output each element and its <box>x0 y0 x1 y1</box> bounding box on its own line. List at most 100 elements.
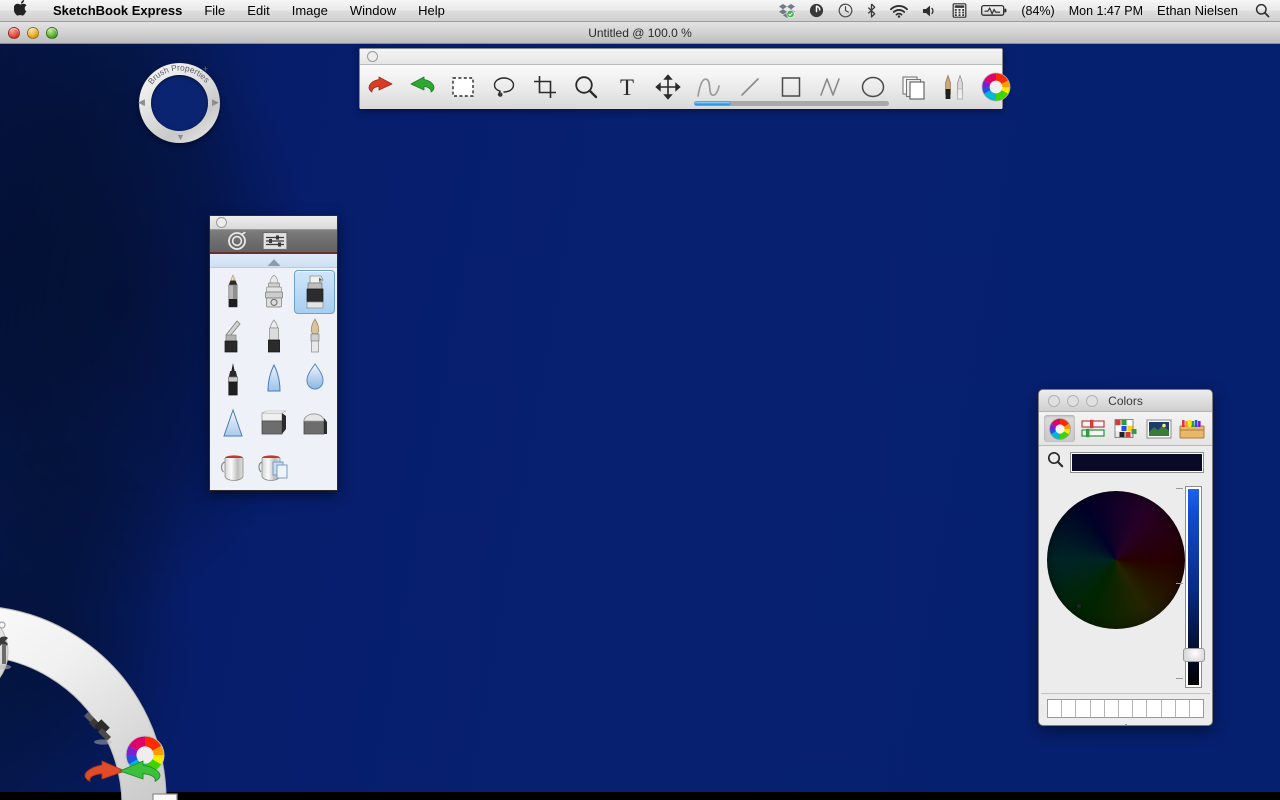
brush-blend[interactable] <box>294 358 335 402</box>
color-swatch-strip[interactable] <box>1047 698 1204 718</box>
bluetooth-icon[interactable] <box>860 0 883 22</box>
brush-palette-button[interactable] <box>934 65 975 109</box>
brightness-tick-top <box>1176 488 1183 489</box>
brush-ballpoint[interactable] <box>212 358 253 402</box>
color-swatch-cell[interactable] <box>1104 699 1119 717</box>
lagoon-brush[interactable] <box>82 706 122 751</box>
rectangle-select-tool[interactable] <box>442 65 483 109</box>
menu-file[interactable]: File <box>193 0 236 22</box>
puck-arrow-down[interactable]: ▼ <box>176 133 185 142</box>
color-swatch-cell[interactable] <box>1062 699 1077 717</box>
color-swatch-cell[interactable] <box>1161 699 1176 717</box>
magnifier-icon[interactable] <box>1047 451 1064 473</box>
zoom-tool[interactable] <box>565 65 606 109</box>
puck-arrow-left[interactable]: ◀ <box>138 98 145 107</box>
document-title: Untitled @ 100.0 % <box>588 25 692 40</box>
brush-palette-panel <box>209 215 338 491</box>
layers-button[interactable] <box>893 65 934 109</box>
wifi-icon[interactable] <box>883 0 915 22</box>
color-sliders-tab[interactable] <box>1077 415 1108 442</box>
lagoon-radial-menu <box>0 592 204 800</box>
brush-puck-toggle[interactable] <box>224 231 250 251</box>
toolbar-selection-group: T <box>442 65 688 109</box>
user-name-label[interactable]: Ethan Nielsen <box>1150 3 1248 18</box>
time-machine-icon[interactable] <box>831 0 860 22</box>
color-editor-button[interactable] <box>975 65 1016 109</box>
color-swatch-cell[interactable] <box>1090 699 1105 717</box>
lasso-select-tool[interactable] <box>483 65 524 109</box>
resize-grip-icon[interactable] <box>1119 722 1133 726</box>
calculator-icon[interactable] <box>945 0 974 22</box>
brush-fill[interactable] <box>212 446 253 490</box>
clock-label[interactable]: Mon 1:47 PM <box>1062 4 1150 18</box>
puck-arrow-right[interactable]: ▶ <box>212 98 219 107</box>
brush-palette-title-bar[interactable] <box>210 216 337 230</box>
color-swatch-strip-row <box>1039 694 1212 722</box>
brush-properties-puck[interactable]: Brush Properties ◀ ▶ ▼ + <box>135 57 224 145</box>
brush-airbrush[interactable] <box>253 270 294 314</box>
color-wheel-tab[interactable] <box>1044 415 1075 442</box>
color-swatch-cell[interactable] <box>1147 699 1162 717</box>
image-palettes-tab[interactable] <box>1143 415 1174 442</box>
crayons-tab[interactable] <box>1176 415 1207 442</box>
colors-panel-title: Colors <box>1108 393 1143 408</box>
brush-pencil[interactable] <box>212 270 253 314</box>
shape-tool-slider-fill[interactable] <box>694 101 732 106</box>
menu-window[interactable]: Window <box>339 0 407 22</box>
color-swatch-cell[interactable] <box>1175 699 1190 717</box>
volume-icon[interactable] <box>915 0 945 22</box>
menu-help[interactable]: Help <box>407 0 456 22</box>
dropbox-icon[interactable] <box>772 0 802 22</box>
circle-arrow-icon[interactable] <box>802 0 831 22</box>
color-wheel[interactable] <box>1047 491 1185 629</box>
text-tool[interactable]: T <box>606 65 647 109</box>
toolbar-grip-dot[interactable] <box>367 51 378 62</box>
puck-label-text: Brush Properties <box>146 62 212 86</box>
brush-marker[interactable] <box>294 270 335 314</box>
menu-app-name[interactable]: SketchBook Express <box>42 0 193 22</box>
menu-edit[interactable]: Edit <box>236 0 280 22</box>
toolbar-drag-grip[interactable] <box>360 49 1002 65</box>
brush-sharp-smear[interactable] <box>212 402 253 446</box>
brush-felt-pen[interactable] <box>253 314 294 358</box>
brush-paintbrush[interactable] <box>294 314 335 358</box>
current-color-swatch[interactable] <box>1070 451 1204 473</box>
toolbar-buttons-row: T <box>360 65 1010 109</box>
brush-palette-toolbar <box>210 229 337 255</box>
brightness-slider-knob[interactable] <box>1183 647 1205 662</box>
move-tool[interactable] <box>647 65 688 109</box>
colors-panel-title-bar[interactable]: Colors <box>1039 390 1212 412</box>
lagoon-brush-size-puck[interactable] <box>0 618 20 663</box>
color-wheel-marker[interactable] <box>1077 604 1082 609</box>
battery-icon[interactable] <box>974 0 1014 22</box>
puck-add-button[interactable]: + <box>203 64 208 74</box>
brush-eraser-soft[interactable] <box>294 402 335 446</box>
brush-smear[interactable] <box>253 358 294 402</box>
lagoon-redo[interactable] <box>117 760 163 795</box>
toolbar-shape-group <box>688 65 893 109</box>
brush-palette-close-button[interactable] <box>216 216 227 228</box>
color-swatch-cell[interactable] <box>1133 699 1148 717</box>
undo-button[interactable] <box>360 65 401 109</box>
brush-fill-layer[interactable] <box>253 446 294 490</box>
crop-tool[interactable] <box>524 65 565 109</box>
brush-grid <box>210 268 337 490</box>
brush-chisel[interactable] <box>212 314 253 358</box>
color-swatch-cell[interactable] <box>1076 699 1091 717</box>
redo-button[interactable] <box>401 65 442 109</box>
brush-palette-collapse-bar[interactable] <box>210 254 337 268</box>
spotlight-search-icon[interactable] <box>1248 0 1280 22</box>
color-palettes-tab[interactable] <box>1110 415 1141 442</box>
shape-tool-slider-track[interactable] <box>694 101 889 106</box>
color-swatch-cell[interactable] <box>1118 699 1134 717</box>
brush-eraser-hard[interactable] <box>253 402 294 446</box>
apple-menu-icon[interactable] <box>0 0 42 19</box>
colors-panel: Colors <box>1038 389 1213 726</box>
menu-image[interactable]: Image <box>281 0 339 22</box>
collapse-triangle-icon[interactable] <box>265 257 283 267</box>
color-swatch-cell[interactable] <box>1189 699 1204 717</box>
colors-panel-resize-handle[interactable] <box>1039 722 1212 726</box>
brush-settings-toggle[interactable] <box>262 231 288 251</box>
document-window-title-bar: Untitled @ 100.0 % <box>0 22 1280 44</box>
color-swatch-cell[interactable] <box>1048 699 1063 717</box>
